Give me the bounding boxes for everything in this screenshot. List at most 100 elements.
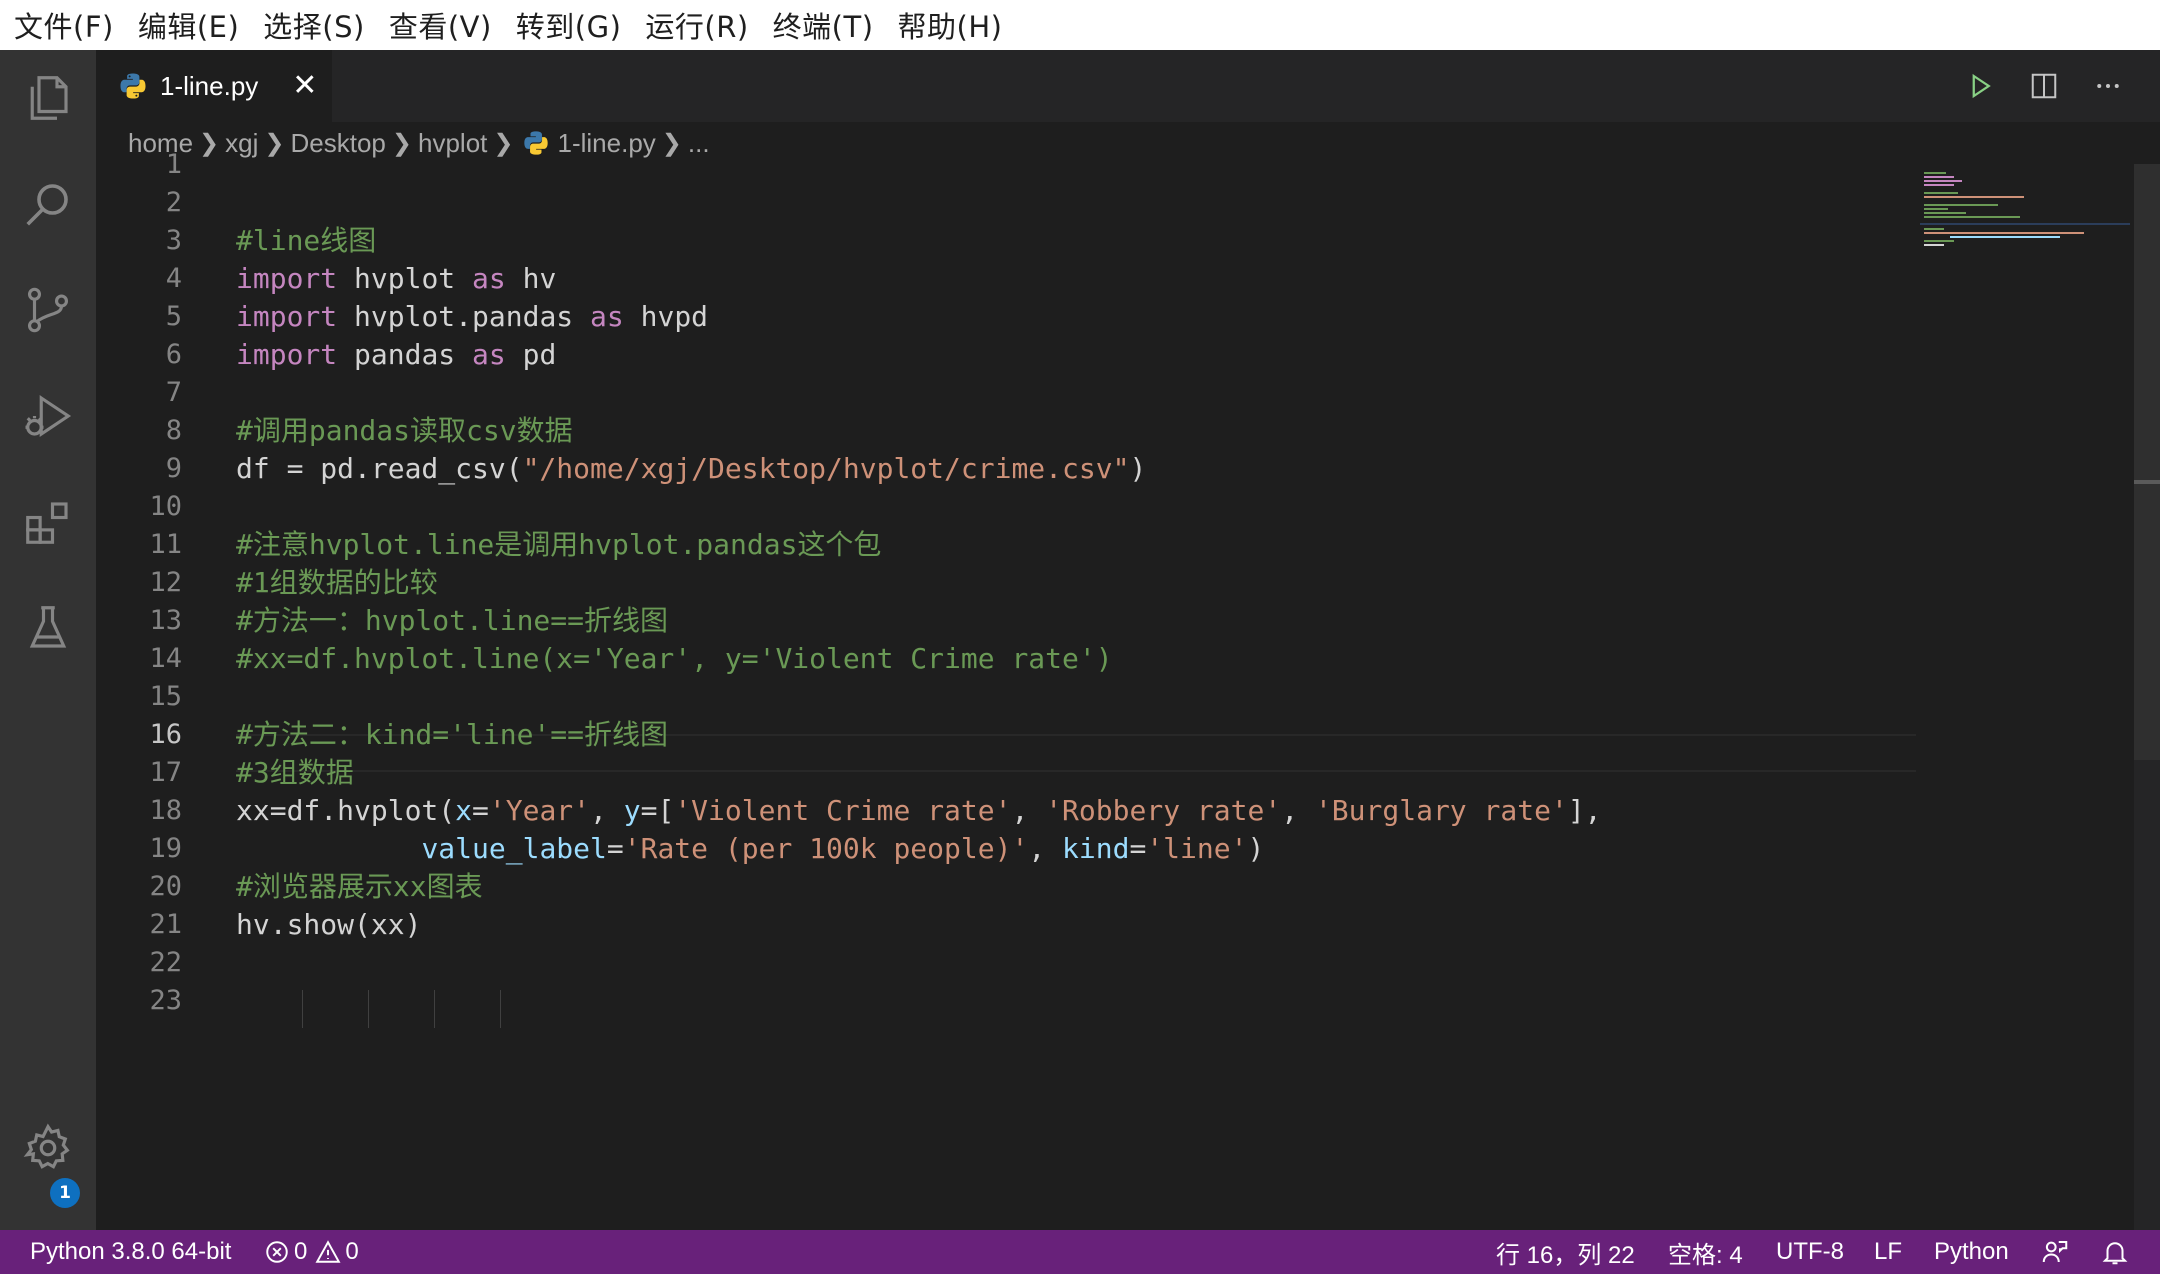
more-actions-icon[interactable] xyxy=(2086,64,2130,108)
breadcrumb-symbols[interactable]: ... xyxy=(688,128,710,159)
chevron-right-icon: ❯ xyxy=(199,129,220,157)
cursor-position[interactable]: 行 16，列 22 xyxy=(1496,1235,1635,1270)
problems-indicator[interactable]: 0 0 xyxy=(264,1238,359,1266)
line-number: 16 xyxy=(149,719,182,750)
code-token: 'Violent Crime rate' xyxy=(674,794,1012,827)
line-number: 2 xyxy=(165,187,182,218)
code-token: "/home/xgj/Desktop/hvplot/crime.csv" xyxy=(522,452,1130,485)
scrollbar-thumb[interactable] xyxy=(2134,164,2160,760)
python-file-icon xyxy=(523,131,548,155)
code-line[interactable]: #浏览器展示xx图表 xyxy=(236,868,483,906)
code-line[interactable]: #xx=df.hvplot.line(x='Year', y='Violent … xyxy=(236,640,1113,678)
menu-edit[interactable]: 编辑(E) xyxy=(138,4,239,46)
indent-guide xyxy=(368,990,369,1028)
code-line[interactable]: #line线图 xyxy=(236,222,376,260)
code-line[interactable]: #注意hvplot.line是调用hvplot.pandas这个包 xyxy=(236,526,881,564)
menu-file[interactable]: 文件(F) xyxy=(14,4,114,46)
code-line[interactable]: value_label='Rate (per 100k people)', ki… xyxy=(236,830,1264,868)
line-number: 22 xyxy=(149,947,182,978)
code-token: hv xyxy=(505,262,557,295)
code-token: as xyxy=(472,262,506,295)
breadcrumb-desktop[interactable]: Desktop xyxy=(291,128,386,159)
search-icon[interactable] xyxy=(0,156,96,252)
files-icon[interactable] xyxy=(0,50,96,146)
code-token: import xyxy=(236,300,338,333)
tab-label: 1-line.py xyxy=(160,70,259,101)
code-token: 'Year' xyxy=(488,794,591,827)
code-token: 'Robbery rate' xyxy=(1045,794,1282,827)
line-number: 17 xyxy=(149,757,182,788)
code-token: #3组数据 xyxy=(236,756,354,789)
breadcrumb-xgj[interactable]: xgj xyxy=(225,128,258,159)
code-token: 'Burglary rate' xyxy=(1314,794,1568,827)
breadcrumb-hvplot[interactable]: hvplot xyxy=(418,128,487,159)
code-line[interactable]: #方法二：kind='line'==折线图 xyxy=(236,716,668,754)
menu-view[interactable]: 查看(V) xyxy=(389,4,492,46)
code-line[interactable]: #调用pandas读取csv数据 xyxy=(236,412,573,450)
indent-guide xyxy=(500,990,501,1028)
line-number: 3 xyxy=(165,225,182,256)
line-number: 18 xyxy=(149,795,182,826)
extensions-icon[interactable] xyxy=(0,474,96,570)
run-python-file-icon[interactable] xyxy=(1958,64,2002,108)
indent-guide xyxy=(434,990,435,1028)
testing-icon[interactable] xyxy=(0,580,96,676)
code-token: =[ xyxy=(640,794,675,827)
chevron-right-icon: ❯ xyxy=(661,129,682,157)
tab-bar: 1-line.py ✕ xyxy=(96,50,2160,122)
code-line[interactable]: import pandas as pd xyxy=(236,336,556,374)
error-count: 0 xyxy=(294,1238,308,1265)
line-number: 12 xyxy=(149,567,182,598)
code-line[interactable]: xx=df.hvplot(x='Year', y=['Violent Crime… xyxy=(236,792,1602,830)
source-control-icon[interactable] xyxy=(0,262,96,358)
run-debug-icon[interactable] xyxy=(0,368,96,464)
warning-icon xyxy=(315,1240,341,1263)
menu-go[interactable]: 转到(G) xyxy=(516,4,622,46)
encoding[interactable]: UTF-8 xyxy=(1776,1238,1844,1266)
code-line[interactable]: df = pd.read_csv("/home/xgj/Desktop/hvpl… xyxy=(236,450,1146,488)
code-token: pandas xyxy=(337,338,473,371)
python-interpreter[interactable]: Python 3.8.0 64-bit xyxy=(30,1238,231,1266)
code-line[interactable]: #3组数据 xyxy=(236,754,354,792)
line-number: 4 xyxy=(165,263,182,294)
breadcrumb-file[interactable]: 1-line.py xyxy=(558,128,656,159)
split-editor-icon[interactable] xyxy=(2022,64,2066,108)
menu-terminal[interactable]: 终端(T) xyxy=(773,4,874,46)
minimap[interactable] xyxy=(1920,164,2130,254)
end-of-line[interactable]: LF xyxy=(1874,1238,1902,1266)
notifications-bell-icon[interactable] xyxy=(2100,1237,2130,1267)
feedback-icon[interactable] xyxy=(2040,1237,2070,1267)
code-line[interactable]: #方法一：hvplot.line==折线图 xyxy=(236,602,668,640)
code-token: , xyxy=(590,794,624,827)
code-line[interactable]: import hvplot.pandas as hvpd xyxy=(236,298,708,336)
language-mode[interactable]: Python xyxy=(1934,1238,2009,1266)
code-editor[interactable]: 1 2 3 4 5 6 7 8 9 10 11 12 13 14 15 16 17 18 19 20 21 22 23 #l… xyxy=(96,149,2136,1230)
line-number: 5 xyxy=(165,301,182,332)
settings-update-badge: 1 xyxy=(50,1178,80,1208)
code-line[interactable]: import hvplot as hv xyxy=(236,260,556,298)
indentation[interactable]: 空格: 4 xyxy=(1668,1235,1743,1270)
code-token: 'line' xyxy=(1146,832,1248,865)
settings-gear-icon[interactable] xyxy=(0,1100,96,1196)
code-token: #注意hvplot.line是调用hvplot.pandas这个包 xyxy=(236,528,882,561)
tab-1-line-py[interactable]: 1-line.py ✕ xyxy=(96,50,332,122)
code-token: #浏览器展示xx图表 xyxy=(236,870,483,903)
menu-run[interactable]: 运行(R) xyxy=(645,4,748,46)
line-number: 19 xyxy=(149,833,182,864)
breadcrumb: home ❯ xgj ❯ Desktop ❯ hvplot ❯ 1-line.p… xyxy=(128,122,710,164)
status-bar: Python 3.8.0 64-bit 0 0 行 16，列 22 空格: 4 … xyxy=(0,1230,2160,1274)
python-file-icon xyxy=(120,73,146,99)
code-line[interactable]: hv.show(xx) xyxy=(236,906,421,944)
code-token: , xyxy=(1028,832,1063,865)
code-line[interactable]: #1组数据的比较 xyxy=(236,564,438,602)
menu-help[interactable]: 帮助(H) xyxy=(898,4,1003,46)
menu-selection[interactable]: 选择(S) xyxy=(263,4,365,46)
code-token: = xyxy=(606,832,624,865)
code-token: #xx=df.hvplot.line(x='Year', y='Violent … xyxy=(236,642,1113,675)
close-icon[interactable]: ✕ xyxy=(292,71,317,101)
code-token: import xyxy=(236,338,338,371)
line-number: 8 xyxy=(165,415,182,446)
code-token: kind xyxy=(1062,832,1130,865)
line-number: 14 xyxy=(149,643,182,674)
